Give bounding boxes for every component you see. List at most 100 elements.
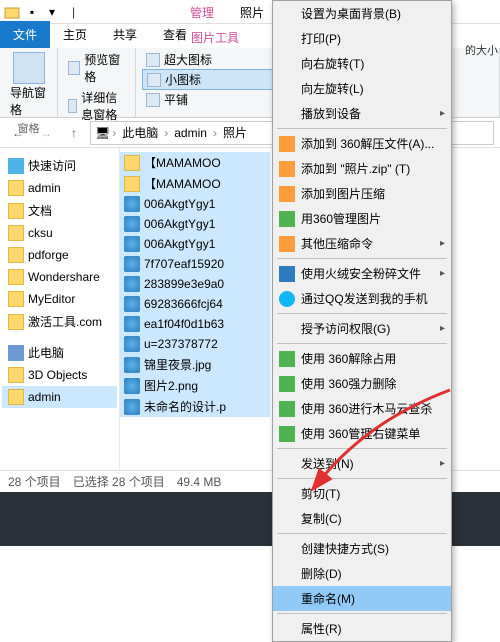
image-icon [124,336,140,352]
menu-360-unlock[interactable]: 使用 360解除占用 [273,346,451,371]
menu-sendto[interactable]: 发送到(N) [273,451,451,476]
qat-icon[interactable]: ▪ [24,4,40,20]
file-item[interactable]: ea1f04f0d1b63 [120,314,270,334]
menu-rotate-left[interactable]: 向左旋转(L) [273,76,451,101]
context-title: 管理 [190,4,214,21]
menu-qq-send[interactable]: 通过QQ发送到我的手机 [273,286,451,311]
image-icon [124,216,140,232]
nav-item[interactable]: cksu [2,222,117,244]
file-item[interactable]: 【MAMAMOO [120,152,270,173]
menu-set-background[interactable]: 设置为桌面背景(B) [273,1,451,26]
tab-share[interactable]: 共享 [100,21,150,48]
folder-icon [4,4,20,20]
image-icon [124,236,140,252]
image-icon [124,378,140,394]
tab-file[interactable]: 文件 [0,21,50,48]
folder-icon [8,247,24,263]
details-pane-button[interactable]: 详细信息窗格 [64,88,129,124]
pc-icon [8,345,24,361]
folder-icon [8,203,24,219]
nav-pane-button[interactable]: 导航窗格 [6,50,51,120]
menu-360-scan[interactable]: 使用 360进行木马云查杀 [273,396,451,421]
nav-item[interactable]: 文档 [2,199,117,222]
status-selected: 已选择 28 个项目 [73,473,165,490]
image-icon [124,399,140,415]
image-icon [124,296,140,312]
menu-360-manage[interactable]: 用360管理图片 [273,206,451,231]
details-icon [68,99,77,113]
image-icon [124,357,140,373]
tab-home[interactable]: 主页 [50,21,100,48]
file-item[interactable]: 69283666fcj64 [120,294,270,314]
image-icon [124,256,140,272]
menu-360zip-to[interactable]: 添加到 "照片.zip" (T) [273,156,451,181]
file-item[interactable]: u=237378772 [120,334,270,354]
back-button[interactable]: ← [6,121,30,145]
menu-360zip-a[interactable]: 添加到 360解压文件(A)... [273,131,451,156]
file-item[interactable]: 7f707eaf15920 [120,254,270,274]
nav-quick-access[interactable]: 快速访问 [2,154,117,177]
menu-delete[interactable]: 删除(D) [273,561,451,586]
file-list-left: 【MAMAMOO【MAMAMOO006AkgtYgy1006AkgtYgy100… [120,148,270,470]
file-item[interactable]: 锦里夜景.jpg [120,354,270,375]
nav-thispc[interactable]: 此电脑 [2,341,117,364]
size-hint: 的大小 [465,42,498,58]
tab-picture-tools[interactable]: 图片工具 [178,24,252,51]
menu-properties[interactable]: 属性(R) [273,616,451,641]
menu-rotate-right[interactable]: 向右旋转(T) [273,51,451,76]
status-size: 49.4 MB [177,475,222,489]
folder-icon [8,180,24,196]
folder-icon [124,155,140,171]
menu-zip-image[interactable]: 添加到图片压缩 [273,181,451,206]
nav-tree: 快速访问 admin文档cksupdforgeWondershareMyEdit… [0,148,120,470]
menu-other-zip[interactable]: 其他压缩命令 [273,231,451,256]
menu-shortcut[interactable]: 创建快捷方式(S) [273,536,451,561]
zip-icon [279,136,295,152]
crumb-thispc[interactable]: 此电脑 [118,124,162,141]
nav-item[interactable]: admin [2,177,117,199]
menu-copy[interactable]: 复制(C) [273,506,451,531]
window-title: 照片 [240,4,264,21]
nav-item[interactable]: pdforge [2,244,117,266]
file-item[interactable]: 图片2.png [120,375,270,396]
file-item[interactable]: 【MAMAMOO [120,173,270,194]
star-icon [8,158,24,174]
file-item[interactable]: 006AkgtYgy1 [120,234,270,254]
qat-dropdown-icon[interactable]: ▾ [44,4,60,20]
file-item[interactable]: 未命名的设计.p [120,396,270,417]
preview-icon [68,61,80,75]
folder-icon [8,291,24,307]
image-icon [124,276,140,292]
context-menu: 设置为桌面背景(B) 打印(P) 向右旋转(T) 向左旋转(L) 播放到设备 添… [272,0,452,642]
nav-admin[interactable]: admin [2,386,117,408]
nav-item[interactable]: MyEditor [2,288,117,310]
nav-item[interactable]: 激活工具.com [2,310,117,333]
file-item[interactable]: 006AkgtYgy1 [120,194,270,214]
nav-item[interactable]: Wondershare [2,266,117,288]
image-icon [124,196,140,212]
folder-icon [124,176,140,192]
image-icon [124,316,140,332]
nav-pane-label: 导航窗格 [10,84,47,118]
menu-cut[interactable]: 剪切(T) [273,481,451,506]
status-count: 28 个项目 [8,473,61,490]
folder-icon [8,225,24,241]
file-item[interactable]: 283899e3e9a0 [120,274,270,294]
forward-button[interactable]: → [34,121,58,145]
menu-cast[interactable]: 播放到设备 [273,101,451,126]
crumb-folder[interactable]: 照片 [219,124,251,141]
up-button[interactable]: ↑ [62,121,86,145]
file-item[interactable]: 006AkgtYgy1 [120,214,270,234]
pc-icon: 🖥 [95,126,110,140]
folder-icon [8,314,24,330]
menu-print[interactable]: 打印(P) [273,26,451,51]
nav-3dobjects[interactable]: 3D Objects [2,364,117,386]
menu-360-force-delete[interactable]: 使用 360强力删除 [273,371,451,396]
menu-360-rightmenu[interactable]: 使用 360管理右键菜单 [273,421,451,446]
menu-shred[interactable]: 使用火绒安全粉碎文件 [273,261,451,286]
menu-rename[interactable]: 重命名(M) [273,586,451,611]
preview-pane-button[interactable]: 预览窗格 [64,50,129,86]
folder-icon [8,269,24,285]
menu-permissions[interactable]: 授予访问权限(G) [273,316,451,341]
crumb-user[interactable]: admin [170,126,211,140]
